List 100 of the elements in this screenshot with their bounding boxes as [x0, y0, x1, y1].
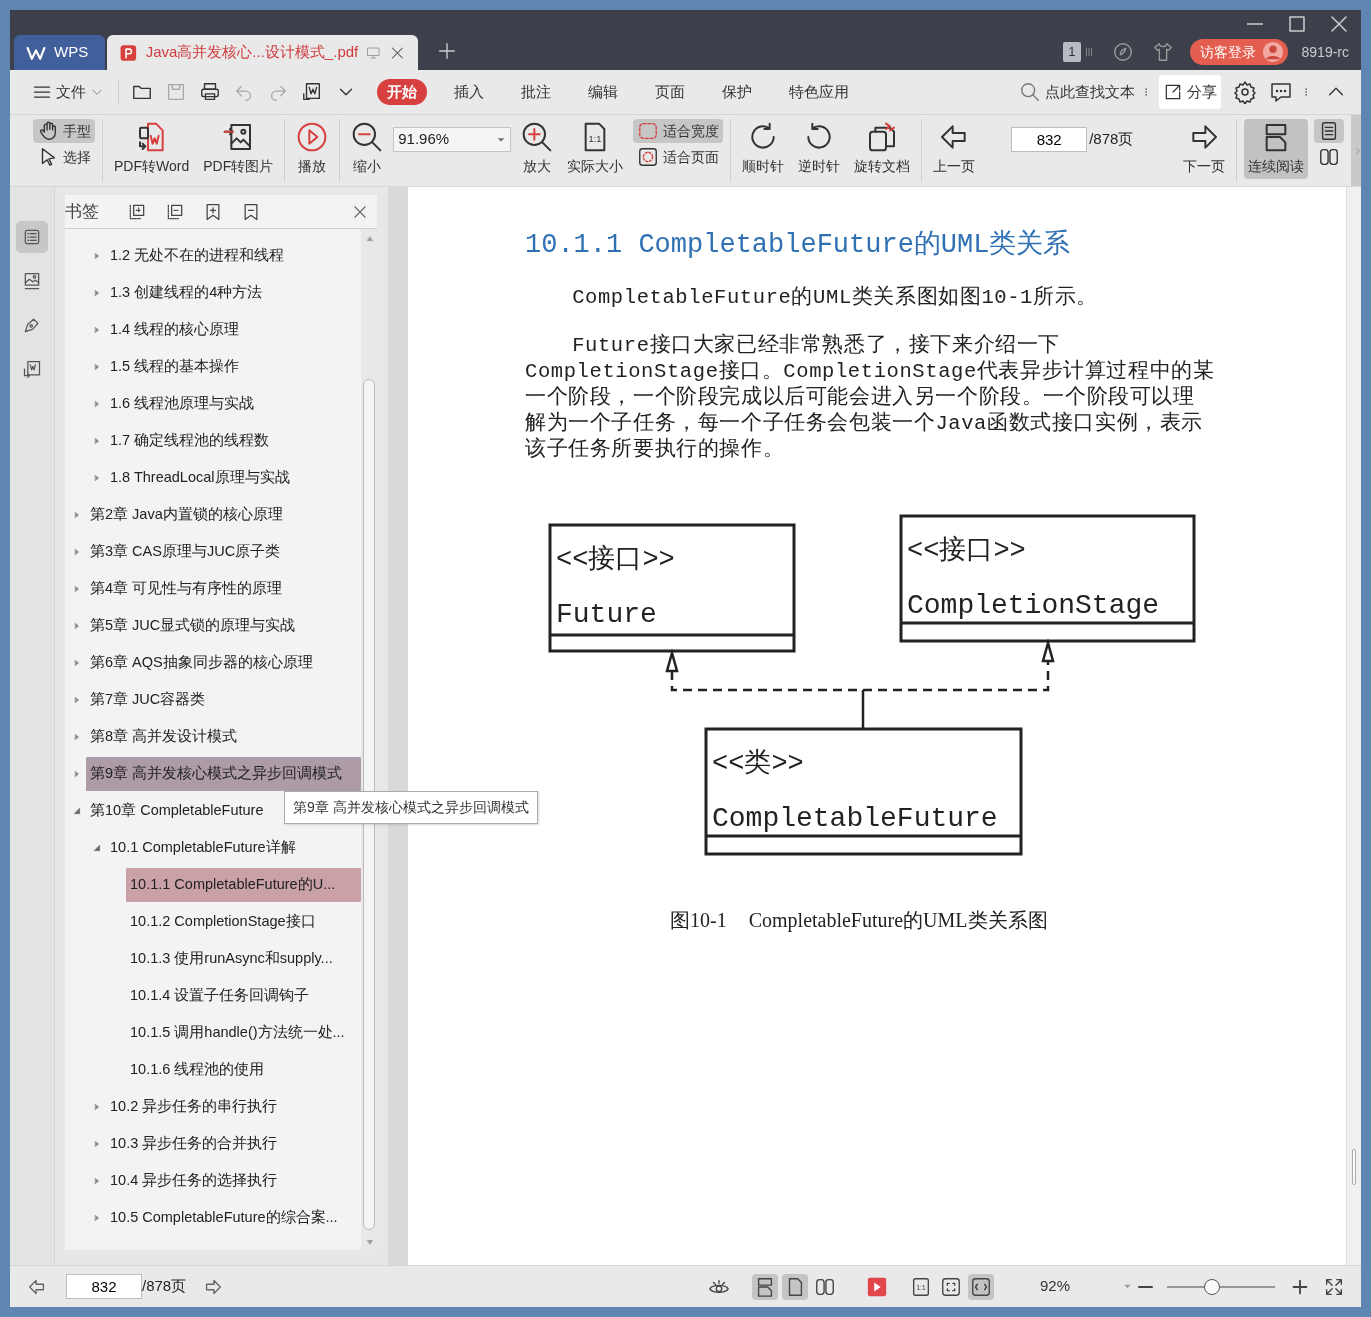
expand-arrow-icon[interactable]	[93, 1213, 101, 1222]
window-count-button[interactable]: 1	[1061, 40, 1096, 64]
bookmark-item[interactable]: 1.4 线程的核心原理	[106, 312, 361, 347]
view-mode-button[interactable]	[782, 1273, 808, 1300]
bookmark-item[interactable]: 10.1.6 线程池的使用	[126, 1052, 361, 1087]
share-icon	[1163, 82, 1183, 102]
ribbon-tab[interactable]: 批注	[511, 78, 561, 106]
toolbar-button[interactable]: 播放	[292, 119, 333, 179]
expand-arrow-icon[interactable]	[73, 732, 81, 741]
toolbar-button[interactable]: 顺时针	[738, 119, 789, 179]
toolbar-button[interactable]: 旋转文档	[850, 119, 915, 179]
page-number-field[interactable]: 832	[1011, 127, 1088, 152]
expand-arrow-icon[interactable]	[93, 325, 101, 334]
toolbar-button[interactable]: 上一页	[929, 119, 980, 179]
expand-arrow-icon[interactable]	[93, 251, 101, 260]
toolbar-button[interactable]: 适合页面	[633, 145, 724, 169]
ribbon-tab[interactable]: 开始	[377, 78, 427, 106]
bookmark-item[interactable]: 1.2 无处不在的进程和线程	[106, 238, 361, 273]
ribbon-tab[interactable]: 特色应用	[779, 78, 859, 106]
expand-arrow-icon[interactable]	[93, 1139, 101, 1148]
pdf-file-icon	[119, 42, 138, 63]
search-button[interactable]: 点此查找文本	[1015, 79, 1139, 105]
section-heading: 10.1.1 CompletableFuture的UML类关系	[525, 229, 1072, 262]
file-menu[interactable]: 文件	[28, 79, 108, 105]
bookmark-item[interactable]: 10.3 异步任务的合并执行	[106, 1126, 361, 1161]
bookmark-item[interactable]: 10.4 异步任务的选择执行	[106, 1163, 361, 1198]
bookmark-item[interactable]: 10.1.4 设置子任务回调钩子	[126, 978, 361, 1013]
close-button[interactable]	[1329, 14, 1349, 34]
expand-arrow-icon[interactable]	[73, 658, 81, 667]
bookmark-item[interactable]: 10.5 CompletableFuture的综合案...	[106, 1200, 361, 1235]
bookmark-item[interactable]: 10.1.1 CompletableFuture的U...	[126, 867, 361, 902]
ribbon-tab[interactable]: 插入	[444, 78, 494, 106]
tab[interactable]: Java高并发核心...设计模式_.pdf	[107, 35, 418, 70]
save-icon	[165, 81, 187, 103]
sidebar-tab[interactable]	[16, 221, 48, 253]
bookmark-item[interactable]: 第2章 Java内置锁的核心原理	[86, 497, 361, 532]
expand-arrow-icon[interactable]	[73, 547, 81, 556]
zoom-dropdown[interactable]: 91.96%	[393, 127, 512, 152]
toolbar-button[interactable]: 1:1 实际大小	[563, 119, 628, 179]
bookmark-item[interactable]: 1.3 创建线程的4种方法	[106, 275, 361, 310]
toolbar-button[interactable]: 下一页	[1179, 119, 1230, 179]
toolbar-button[interactable]: 连续阅读	[1244, 119, 1309, 179]
share-button[interactable]: 分享	[1159, 75, 1221, 109]
search-icon	[1019, 81, 1041, 103]
figure-number: 图10-1	[670, 908, 727, 934]
expand-arrow-icon[interactable]	[73, 769, 81, 778]
expand-arrow-icon[interactable]	[93, 399, 101, 408]
scrollbar-thumb[interactable]	[1352, 1149, 1356, 1185]
bookmark-item[interactable]: 第5章 JUC显式锁的原理与实战	[86, 608, 361, 643]
slider-thumb[interactable]	[1204, 1278, 1221, 1295]
expand-arrow-icon[interactable]	[93, 1102, 101, 1111]
ribbon-tab[interactable]: 页面	[645, 78, 695, 106]
collapse-arrow-icon[interactable]	[93, 843, 101, 852]
expand-arrow-icon[interactable]	[93, 1176, 101, 1185]
bookmark-item[interactable]: 第6章 AQS抽象同步器的核心原理	[86, 645, 361, 680]
toolbar-button[interactable]: 缩小	[347, 119, 388, 179]
page-number-field[interactable]: 832	[66, 1274, 142, 1299]
settings-button[interactable]	[1231, 78, 1259, 106]
bookmark-item[interactable]: 第7章 JUC容器类	[86, 682, 361, 717]
zoom-dropdown[interactable]: 92%	[1036, 1274, 1136, 1299]
expand-arrow-icon[interactable]	[73, 621, 81, 630]
bookmark-item[interactable]: 第3章 CAS原理与JUC原子类	[86, 534, 361, 569]
expand-arrow-icon[interactable]	[93, 362, 101, 371]
toolbar-button[interactable]	[1314, 119, 1345, 143]
tab[interactable]: WPS	[14, 35, 105, 70]
toolbar-button[interactable]: 放大	[517, 119, 558, 179]
bookmark-item[interactable]: 10.1 CompletableFuture详解	[106, 830, 361, 865]
view-mode-button[interactable]	[752, 1273, 778, 1300]
bookmark-item[interactable]: 1.8 ThreadLocal原理与实战	[106, 460, 361, 495]
bookmark-item[interactable]: 1.5 线程的基本操作	[106, 349, 361, 384]
expand-arrow-icon[interactable]	[73, 695, 81, 704]
ribbon-tab[interactable]: 保护	[712, 78, 762, 106]
toolbar-button[interactable]: PDF转图片	[199, 119, 278, 179]
expand-arrow-icon[interactable]	[93, 436, 101, 445]
collapse-arrow-icon[interactable]	[73, 806, 81, 815]
toolbar-button[interactable]: 适合宽度	[633, 119, 724, 143]
toolbar-button[interactable]: 手型	[33, 119, 95, 143]
fit-mode-button[interactable]	[968, 1273, 994, 1300]
ribbon-tab[interactable]: 编辑	[578, 78, 628, 106]
login-button[interactable]: 访客登录	[1189, 39, 1288, 65]
bookmark-item[interactable]: 第4章 可见性与有序性的原理	[86, 571, 361, 606]
expand-arrow-icon[interactable]	[73, 510, 81, 519]
toolbar-button[interactable]: PDF转Word	[110, 119, 194, 179]
expand-arrow-icon[interactable]	[73, 584, 81, 593]
bookmark-item[interactable]: 1.7 确定线程池的线程数	[106, 423, 361, 458]
bookmark-item[interactable]: 10.2 异步任务的串行执行	[106, 1089, 361, 1124]
bookmark-item[interactable]: 10.1.5 调用handle()方法统一处...	[126, 1015, 361, 1050]
leaf-icon	[1111, 41, 1134, 63]
bookmark-item[interactable]: 1.6 线程池原理与实战	[106, 386, 361, 421]
toolbar-button[interactable]: 选择	[33, 145, 95, 169]
bookmark-item[interactable]: 10.1.3 使用runAsync和supply...	[126, 941, 361, 976]
bookmark-item[interactable]: 第8章 高并发设计模式	[86, 719, 361, 754]
expand-arrow-icon[interactable]	[93, 473, 101, 482]
maximize-button[interactable]	[1287, 14, 1307, 34]
toolbar-button[interactable]: 逆时针	[794, 119, 845, 179]
bookmark-item[interactable]: 第9章 高并发核心模式之异步回调模式	[86, 756, 361, 791]
expand-arrow-icon[interactable]	[93, 288, 101, 297]
two-pages-icon	[1318, 146, 1341, 168]
play-icon	[296, 121, 329, 153]
bookmark-item[interactable]: 10.1.2 CompletionStage接口	[126, 904, 361, 939]
